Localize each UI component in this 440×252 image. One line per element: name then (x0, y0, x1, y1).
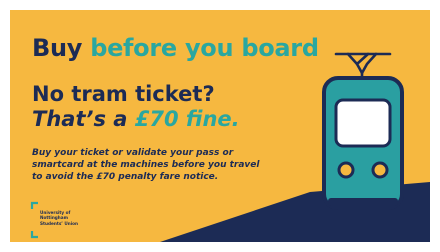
headline-buy: Buy (32, 34, 91, 62)
logo-text: University of Nottingham Students’ Union (40, 210, 100, 226)
fine-amount: £70 fine. (134, 107, 240, 131)
headline: Buy before you board (32, 36, 319, 60)
subheadline-fine-prefix: That’s a (32, 107, 135, 131)
subheadline-fine: That’s a £70 fine. (32, 109, 240, 130)
tram-headlight-right (371, 161, 389, 179)
students-union-logo: University of Nottingham Students’ Union (32, 203, 102, 237)
body-text: Buy your ticket or validate your pass or… (32, 148, 260, 182)
headline-before-you-board: before you board (90, 34, 319, 62)
poster-panel: Buy before you board No tram ticket? Tha… (10, 10, 430, 242)
tram-headlight-left (337, 161, 355, 179)
subheadline-question: No tram ticket? (32, 82, 215, 106)
poster: Buy before you board No tram ticket? Tha… (0, 0, 440, 252)
tram-bumper (328, 198, 398, 206)
logo-line-3: Students’ Union (40, 220, 79, 226)
tram-window (334, 98, 392, 148)
tram-icon (322, 52, 404, 210)
